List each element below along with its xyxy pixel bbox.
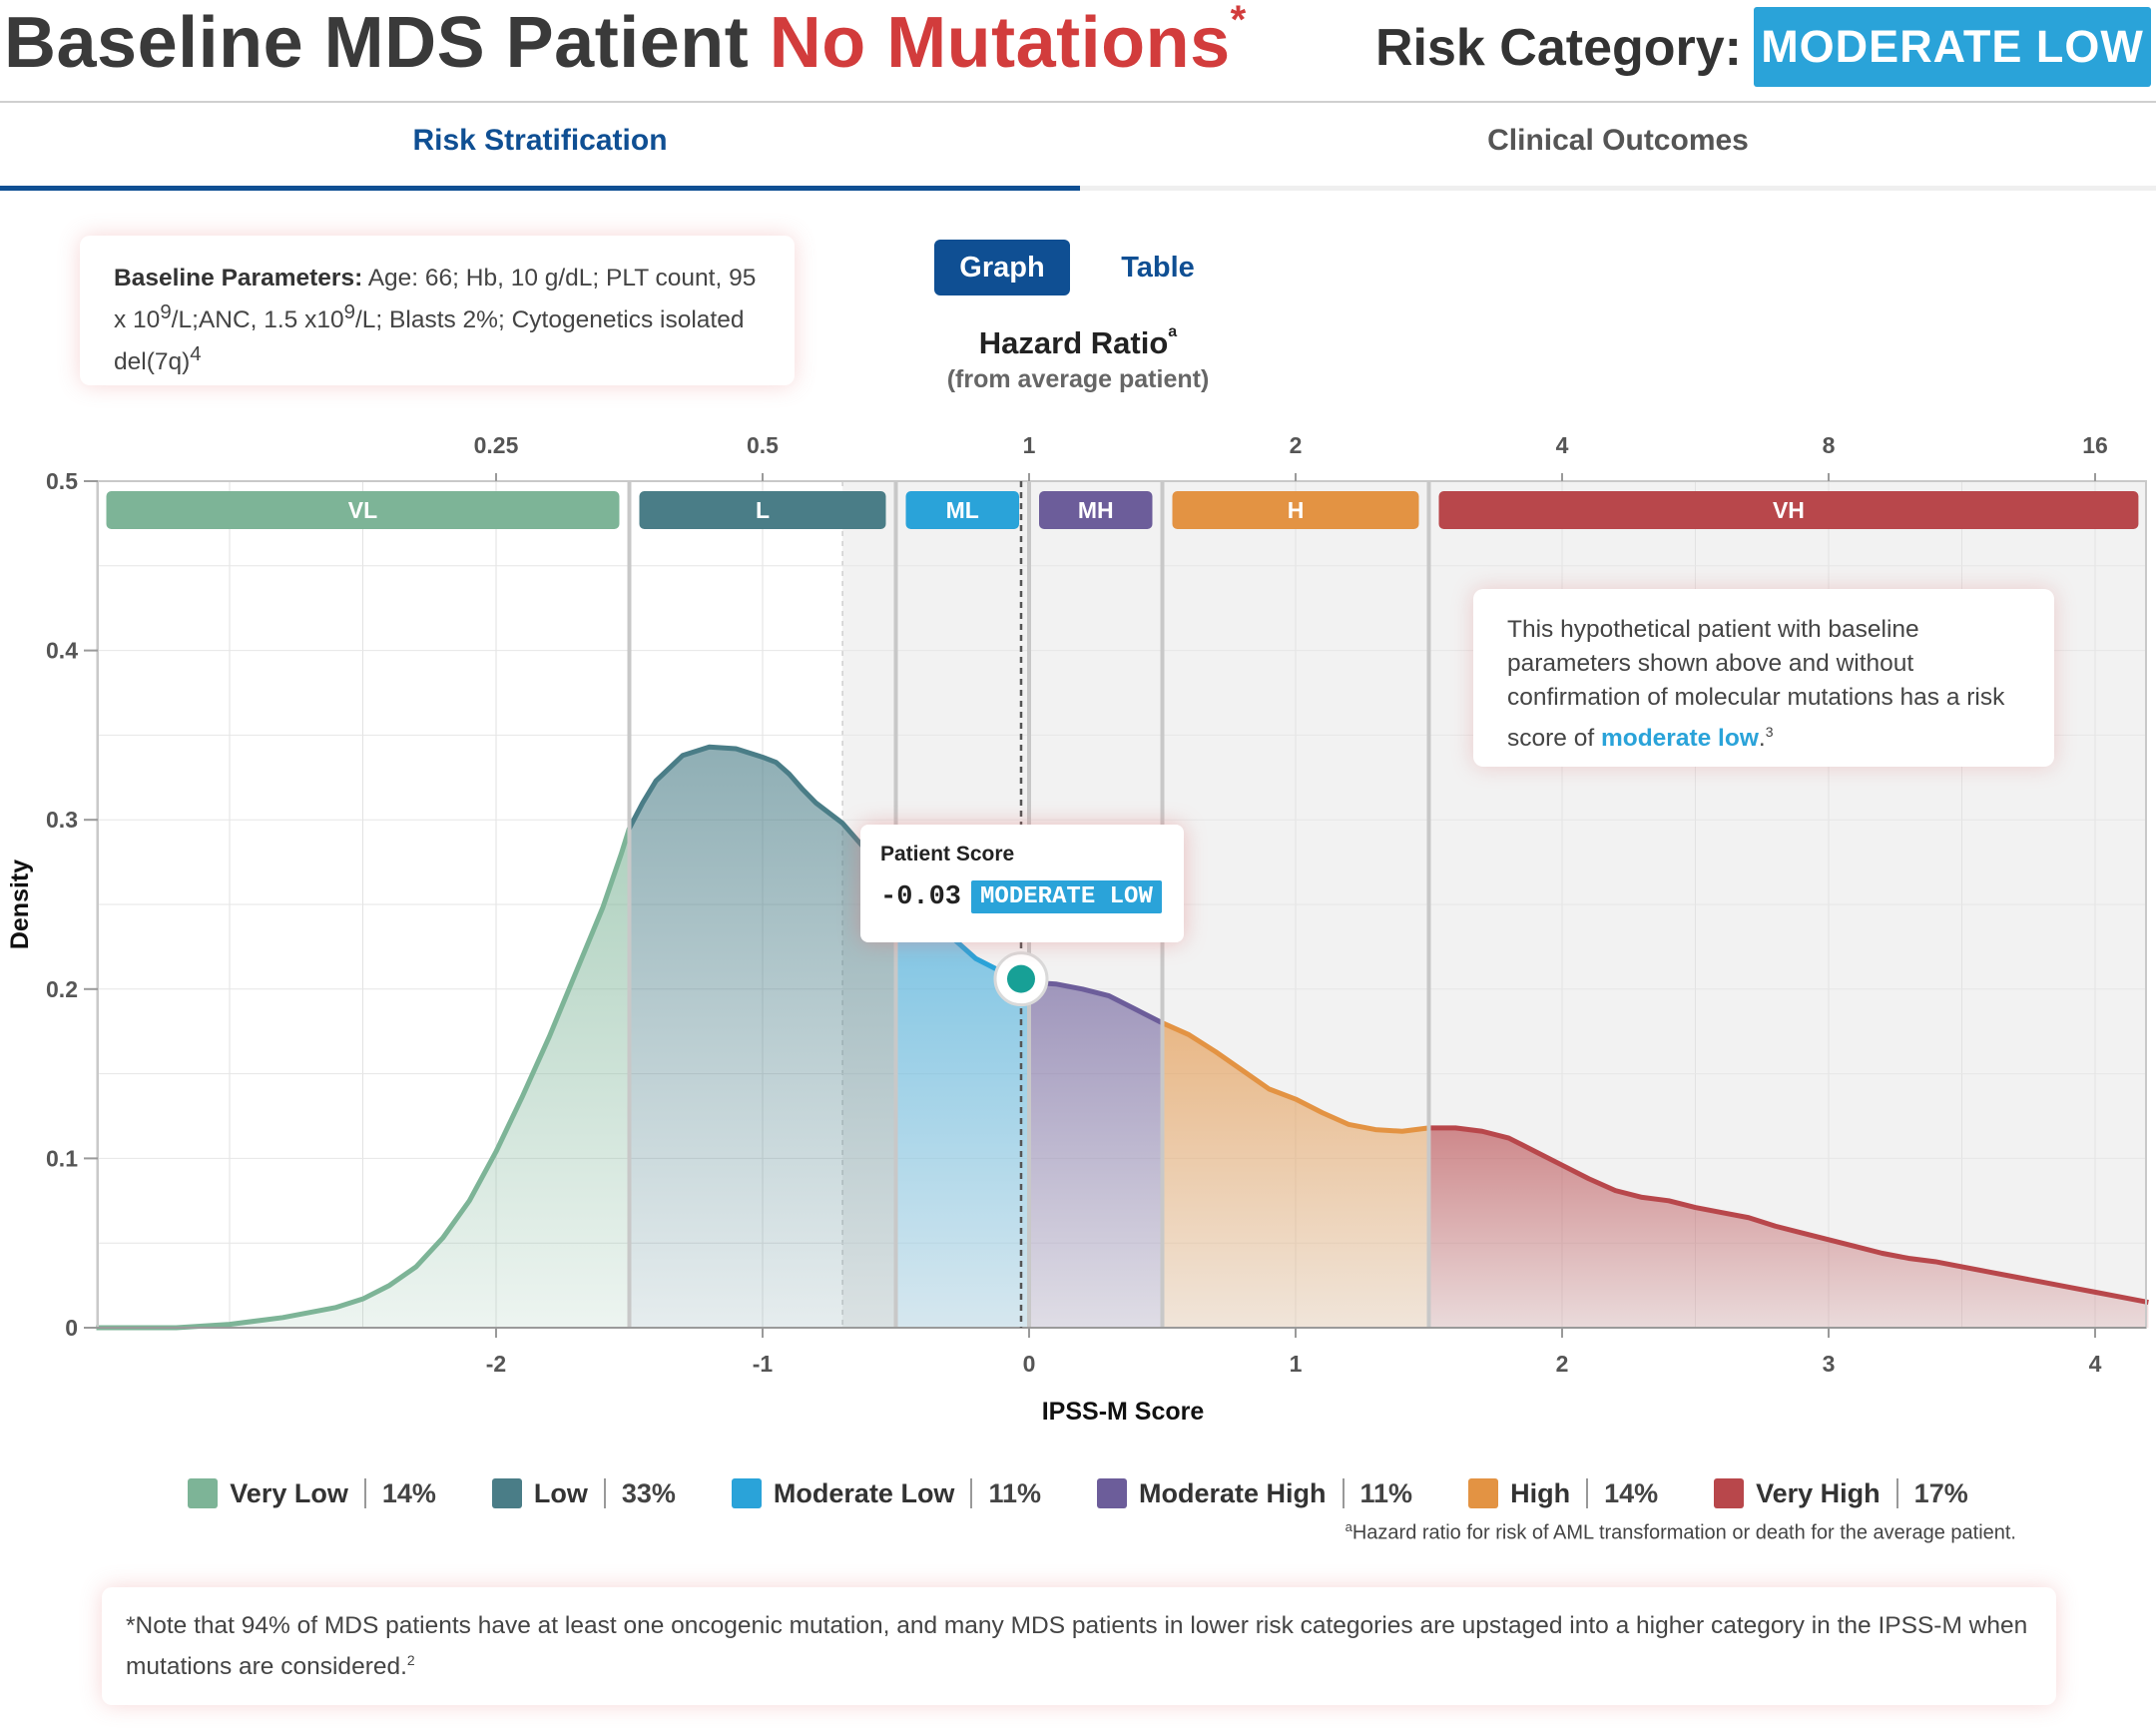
band-label-vh: VH [1773,497,1805,523]
footnote-text: Hazard ratio for risk of AML transformat… [1351,1521,2016,1544]
baseline-parameters-label: Baseline Parameters: [114,265,363,291]
risk-category-badge: MODERATE LOW [1754,7,2151,87]
patient-score-value: -0.03 [880,881,962,912]
top-tick-label: 16 [2082,432,2108,458]
legend-percent: 14% [1604,1477,1659,1508]
legend-swatch [491,1478,522,1508]
legend-label: Low [533,1477,588,1508]
hazard-ratio-title-sup: a [1168,323,1178,340]
patient-score-row: -0.03 MODERATE LOW [880,880,1164,913]
x-axis-title: IPSS-M Score [1042,1398,1205,1426]
legend-label: High [1510,1477,1571,1508]
patient-score-category-badge: MODERATE LOW [971,880,1162,913]
baseline-sup-b: 9 [343,301,355,323]
graph-view-button[interactable]: Graph [934,240,1070,295]
legend-swatch [1468,1478,1499,1508]
patient-note-emphasis: moderate low [1600,725,1759,753]
chart-legend: Very Low 14% Low 33% Moderate Low 11% Moderate… [0,1469,2156,1517]
y-tick-label: 0.1 [46,1145,78,1171]
legend-item-l[interactable]: Low 33% [491,1477,676,1509]
baseline-text-b: /L;ANC, 1.5 x10 [171,306,344,334]
tab-active-indicator [0,186,1080,191]
header-divider [0,101,2156,103]
legend-label: Moderate High [1139,1477,1327,1508]
x-tick-label: -1 [753,1351,774,1377]
legend-swatch [1097,1478,1127,1508]
legend-label: Moderate Low [773,1477,955,1508]
patient-note-sup: 3 [1765,724,1774,740]
title-highlight: No Mutations [769,3,1231,83]
top-tick-label: 0.25 [474,432,519,458]
legend-separator [363,1478,366,1508]
band-label-vl: VL [348,497,377,523]
legend-separator [1895,1478,1898,1508]
risk-category-label: Risk Category: [1375,19,1742,77]
patient-marker [1006,964,1035,993]
legend-item-mh[interactable]: Moderate High 11% [1097,1478,1412,1509]
mutation-note-sup: 2 [406,1652,415,1668]
tab-clinical-outcomes[interactable]: Clinical Outcomes [1080,124,2156,168]
y-tick-label: 0.2 [46,976,78,1002]
y-tick-label: 0.4 [46,638,78,664]
baseline-sup-a: 9 [160,301,172,323]
legend-item-vh[interactable]: Very High 17% [1714,1478,1968,1509]
mutation-note-card: *Note that 94% of MDS patients have at l… [102,1587,2056,1705]
x-tick-label: -2 [486,1351,506,1377]
legend-label: Very Low [230,1477,348,1508]
legend-swatch [188,1478,219,1508]
patient-note-card: This hypothetical patient with baseline … [1473,589,2054,767]
hazard-ratio-footnote: aHazard ratio for risk of AML transforma… [1098,1519,2016,1545]
legend-percent: 17% [1913,1477,1968,1508]
band-label-h: H [1288,497,1305,523]
band-label-mh: MH [1078,497,1114,523]
x-tick-label: 4 [2089,1351,2102,1377]
baseline-sup-c: 4 [190,343,202,366]
top-tick-label: 8 [1823,432,1836,458]
top-tick-label: 4 [1556,432,1569,458]
top-tick-label: 2 [1290,432,1303,458]
legend-swatch [731,1478,762,1508]
legend-percent: 33% [621,1477,676,1508]
page-title: Baseline MDS Patient No Mutations* [4,0,1247,84]
band-label-ml: ML [946,497,979,523]
legend-percent: 11% [988,1477,1041,1508]
title-asterisk: * [1230,0,1247,42]
patient-note-end: . [1758,725,1766,753]
band-label-l: L [756,497,770,523]
legend-separator [970,1478,973,1508]
legend-swatch [1714,1478,1745,1508]
top-tick-label: 1 [1023,432,1036,458]
legend-label: Very High [1756,1477,1881,1508]
hazard-ratio-title: Hazard Ratioa [878,323,1278,361]
legend-item-h[interactable]: High 14% [1468,1478,1658,1509]
legend-item-ml[interactable]: Moderate Low 11% [731,1477,1041,1509]
baseline-parameters-card: Baseline Parameters: Age: 66; Hb, 10 g/d… [80,236,795,385]
x-tick-label: 1 [1290,1351,1303,1377]
y-axis-title: Density [6,860,34,949]
y-tick-label: 0.5 [46,468,78,494]
legend-item-vl[interactable]: Very Low 14% [188,1478,436,1509]
legend-separator [1586,1478,1589,1508]
x-tick-label: 2 [1556,1351,1569,1377]
x-tick-label: 3 [1823,1351,1836,1377]
density-area-mh [1029,982,1163,1328]
mutation-note-text: *Note that 94% of MDS patients have at l… [126,1612,2028,1681]
patient-score-tooltip: Patient Score -0.03 MODERATE LOW [860,825,1184,942]
legend-separator [603,1478,606,1508]
tab-risk-stratification[interactable]: Risk Stratification [0,124,1080,168]
hazard-ratio-subtitle: (from average patient) [946,365,1210,393]
hazard-ratio-title-text: Hazard Ratio [978,325,1169,360]
y-tick-label: 0 [65,1315,78,1341]
footnote-sup: a [1345,1519,1352,1534]
patient-score-title: Patient Score [880,843,1015,866]
x-tick-label: 0 [1023,1351,1036,1377]
title-prefix: Baseline MDS Patient [4,3,770,83]
legend-percent: 11% [1359,1477,1413,1508]
table-view-button[interactable]: Table [1090,240,1226,295]
y-tick-label: 0.3 [46,807,78,833]
top-tick-label: 0.5 [747,432,779,458]
legend-percent: 14% [381,1477,436,1508]
legend-separator [1342,1478,1345,1508]
